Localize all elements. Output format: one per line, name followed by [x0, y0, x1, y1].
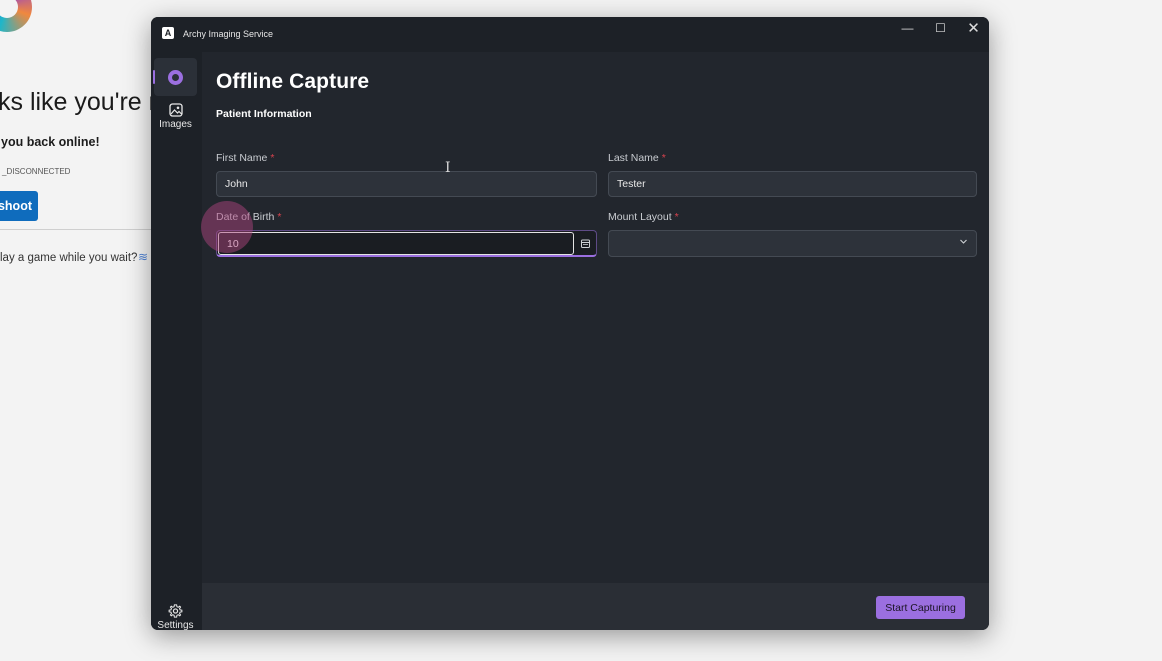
- sidebar: Images Settings: [151, 52, 202, 630]
- sidebar-item-images[interactable]: Images: [154, 102, 197, 136]
- maximize-button[interactable]: ☐: [924, 17, 957, 39]
- sidebar-item-capture[interactable]: [153, 58, 197, 96]
- last-name-label: Last Name *: [608, 152, 666, 164]
- title-bar[interactable]: A Archy Imaging Service — ☐ ✕: [151, 17, 989, 52]
- sidebar-item-settings[interactable]: Settings: [154, 603, 197, 630]
- footer-bar: Start Capturing: [202, 583, 989, 630]
- dob-field: [216, 230, 597, 257]
- error-code: _DISCONNECTED: [2, 167, 71, 176]
- mount-layout-select[interactable]: [608, 230, 977, 257]
- section-title: Patient Information: [216, 108, 312, 120]
- mount-layout-label: Mount Layout *: [608, 211, 679, 223]
- window-title: Archy Imaging Service: [183, 29, 274, 39]
- image-icon: [168, 103, 183, 117]
- offline-heading: ks like you're n: [0, 88, 163, 116]
- required-marker: *: [277, 211, 282, 223]
- browser-logo-icon: [0, 0, 32, 32]
- first-name-input[interactable]: [216, 171, 597, 197]
- first-name-label: First Name *: [216, 152, 275, 164]
- sidebar-item-label: Images: [159, 119, 192, 130]
- start-capturing-button[interactable]: Start Capturing: [876, 596, 965, 619]
- game-icon[interactable]: ≋: [138, 250, 148, 264]
- capture-icon: [168, 69, 183, 85]
- game-prompt: lay a game while you wait?: [0, 252, 138, 264]
- sidebar-item-label: Settings: [157, 620, 194, 630]
- app-logo-icon: A: [162, 27, 174, 39]
- text-cursor-icon: I: [445, 160, 451, 176]
- required-marker: *: [674, 211, 679, 223]
- main-content: Offline Capture Patient Information Firs…: [202, 52, 989, 583]
- close-button[interactable]: ✕: [957, 17, 989, 39]
- required-marker: *: [270, 152, 275, 164]
- minimize-button[interactable]: —: [891, 17, 924, 39]
- troubleshoot-button[interactable]: shoot: [0, 191, 38, 221]
- offline-subheading: you back online!: [1, 135, 100, 149]
- page-title: Offline Capture: [216, 70, 370, 93]
- chevron-down-icon: [960, 239, 967, 244]
- dob-label: Date of Birth *: [216, 211, 282, 223]
- required-marker: *: [661, 152, 666, 164]
- gear-icon: [168, 604, 183, 618]
- last-name-input[interactable]: [608, 171, 977, 197]
- divider: [0, 229, 155, 230]
- app-window: A Archy Imaging Service — ☐ ✕ Images Set…: [151, 17, 989, 630]
- dob-input[interactable]: [218, 232, 574, 255]
- calendar-icon[interactable]: [576, 233, 594, 254]
